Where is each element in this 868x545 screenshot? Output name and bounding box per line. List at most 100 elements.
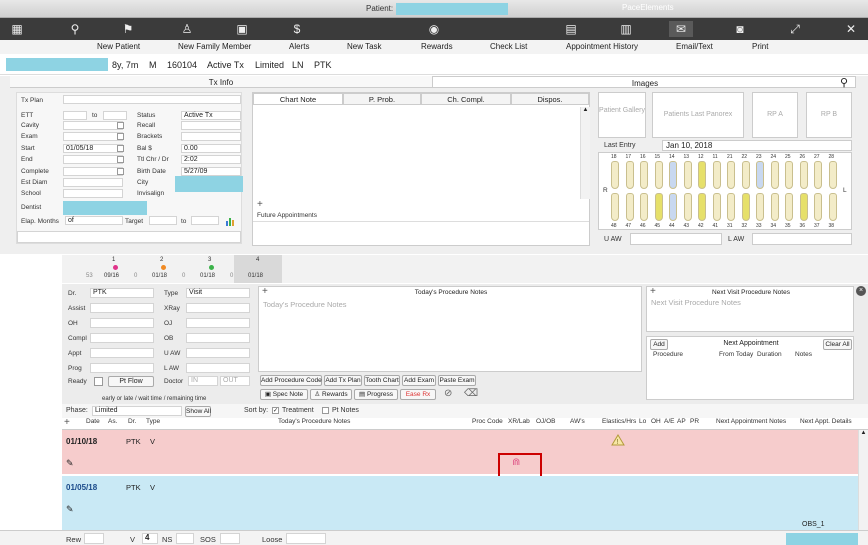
exam-calendar-icon[interactable] <box>117 133 124 140</box>
elap-months-field[interactable]: of <box>65 216 123 225</box>
lower-tooth[interactable] <box>785 193 793 221</box>
tooth-chart-button[interactable]: Tooth Chart <box>364 375 400 386</box>
tooth-chart[interactable]: 18 17 16 15 14 13 12 11 21 22 23 24 25 26 27 28 48 47 46 4… <box>598 152 852 230</box>
lower-tooth[interactable] <box>669 193 677 221</box>
alerts-button[interactable]: Alerts <box>289 42 309 51</box>
upper-tooth[interactable] <box>785 161 793 189</box>
appointment-history-button[interactable]: Appointment History <box>566 42 638 51</box>
oh-field[interactable] <box>90 318 154 328</box>
upper-tooth[interactable] <box>683 161 692 189</box>
new-family-member-button[interactable]: New Family Member <box>178 42 251 51</box>
l-aw-proc-field[interactable] <box>186 363 250 373</box>
lower-tooth[interactable] <box>741 193 750 221</box>
tab-p-prob[interactable]: P. Prob. <box>343 93 421 105</box>
edit-pencil-icon[interactable]: ✎ <box>66 458 74 469</box>
email-text-button[interactable]: Email/Text <box>676 42 713 51</box>
balance-field[interactable]: 0.00 <box>181 144 241 153</box>
email-icon[interactable]: ✉ <box>669 21 693 37</box>
add-exam-button[interactable]: Add Exam <box>402 375 436 386</box>
brackets-select[interactable] <box>181 132 241 141</box>
visit-number[interactable]: 3 <box>208 257 211 263</box>
upper-tooth[interactable] <box>611 161 619 189</box>
edit-pencil-icon[interactable]: ✎ <box>66 504 74 515</box>
lower-tooth[interactable] <box>698 193 706 221</box>
u-aw-field[interactable] <box>630 233 722 245</box>
birth-date-field[interactable]: 5/27/09 <box>181 167 241 176</box>
school-field[interactable] <box>63 189 123 198</box>
camera-icon[interactable]: ◙ <box>731 21 749 37</box>
recall-field[interactable] <box>181 121 241 130</box>
upper-tooth[interactable] <box>770 161 779 189</box>
lower-tooth[interactable] <box>727 193 735 221</box>
upper-tooth[interactable] <box>625 161 634 189</box>
visit-number[interactable]: 1 <box>112 257 115 263</box>
lower-tooth[interactable] <box>828 193 837 221</box>
task-icon[interactable]: ▣ <box>233 21 251 37</box>
table-scrollbar[interactable]: ▲ <box>858 430 868 530</box>
visit-date[interactable]: 01/18 <box>248 273 263 279</box>
doctor-out-field[interactable]: OUT <box>220 376 250 386</box>
new-patient-button[interactable]: New Patient <box>97 42 140 51</box>
paperclip-icon[interactable]: ⊘ <box>444 388 452 399</box>
rewards-icon[interactable]: ◉ <box>425 21 443 37</box>
close-icon[interactable]: ✕ <box>842 21 860 37</box>
ttl-chr-field[interactable]: 2:02 <box>181 155 241 164</box>
calendar-add-icon[interactable]: ▦ <box>8 21 26 37</box>
new-task-button[interactable]: New Task <box>347 42 382 51</box>
spec-note-button[interactable]: ▣ Spec Note <box>260 389 308 400</box>
rew-field[interactable] <box>84 533 104 544</box>
complete-calendar-icon[interactable] <box>117 168 124 175</box>
target-to-field[interactable] <box>191 216 219 225</box>
rewards-button[interactable]: Rewards <box>421 42 453 51</box>
notes-scrollbar[interactable]: ▲ <box>580 107 590 199</box>
cavity-calendar-icon[interactable] <box>117 122 124 129</box>
history-icon[interactable]: ▥ <box>617 21 635 37</box>
lower-tooth[interactable] <box>770 193 779 221</box>
visit-date[interactable]: 01/18 <box>152 273 167 279</box>
start-field[interactable]: 01/05/18 <box>63 144 123 153</box>
close-panel-icon[interactable]: × <box>856 286 866 296</box>
next-visit-notes-input[interactable]: Next Visit Procedure Notes <box>651 298 741 307</box>
upper-tooth[interactable] <box>756 161 764 189</box>
sos-field[interactable] <box>220 533 240 544</box>
upper-tooth[interactable] <box>814 161 822 189</box>
add-procedure-code-button[interactable]: Add Procedure Code <box>260 375 322 386</box>
bar-chart-icon[interactable] <box>225 216 235 226</box>
table-row-partial[interactable]: OBS_1 <box>62 520 868 530</box>
compl-field[interactable] <box>90 333 154 343</box>
v-field[interactable]: 4 <box>142 533 158 544</box>
ett-to-field[interactable] <box>103 111 127 120</box>
upper-tooth[interactable] <box>828 161 837 189</box>
lower-tooth[interactable] <box>814 193 822 221</box>
ns-field[interactable] <box>176 533 194 544</box>
pt-notes-checkbox[interactable] <box>322 407 329 414</box>
new-patient-icon[interactable]: ⚲ <box>66 21 84 37</box>
l-aw-field[interactable] <box>752 233 852 245</box>
visit-date[interactable]: 01/18 <box>200 273 215 279</box>
upper-tooth[interactable] <box>727 161 735 189</box>
lower-tooth[interactable] <box>712 193 721 221</box>
tx-notes-field[interactable] <box>17 231 241 243</box>
add-future-appt-icon[interactable]: + <box>257 199 263 210</box>
tab-ch-compl[interactable]: Ch. Compl. <box>421 93 511 105</box>
expand-icon[interactable]: ⤢ <box>786 21 804 37</box>
future-appointments-list[interactable] <box>253 221 589 245</box>
ett-from-field[interactable] <box>63 111 87 120</box>
target-from-field[interactable] <box>149 216 177 225</box>
family-member-icon[interactable]: ⚑ <box>119 21 137 37</box>
dollar-icon[interactable]: $ <box>288 21 306 37</box>
paste-exam-button[interactable]: Paste Exam <box>438 375 476 386</box>
type-select[interactable]: Visit <box>186 288 250 298</box>
visit-number[interactable]: 2 <box>160 257 163 263</box>
rewards-proc-button[interactable]: ♙ Rewards <box>310 389 352 400</box>
alert-icon[interactable]: ♙ <box>178 21 196 37</box>
lower-tooth[interactable] <box>799 193 808 221</box>
ready-checkbox[interactable] <box>94 377 103 386</box>
upper-tooth[interactable] <box>698 161 706 189</box>
rp-b-tile[interactable]: RP B <box>806 92 852 138</box>
print-button[interactable]: Print <box>752 42 768 51</box>
search-icon[interactable]: ⚲ <box>840 76 848 89</box>
clear-all-button[interactable]: Clear All <box>823 339 852 350</box>
upper-tooth[interactable] <box>799 161 808 189</box>
lower-tooth[interactable] <box>756 193 764 221</box>
